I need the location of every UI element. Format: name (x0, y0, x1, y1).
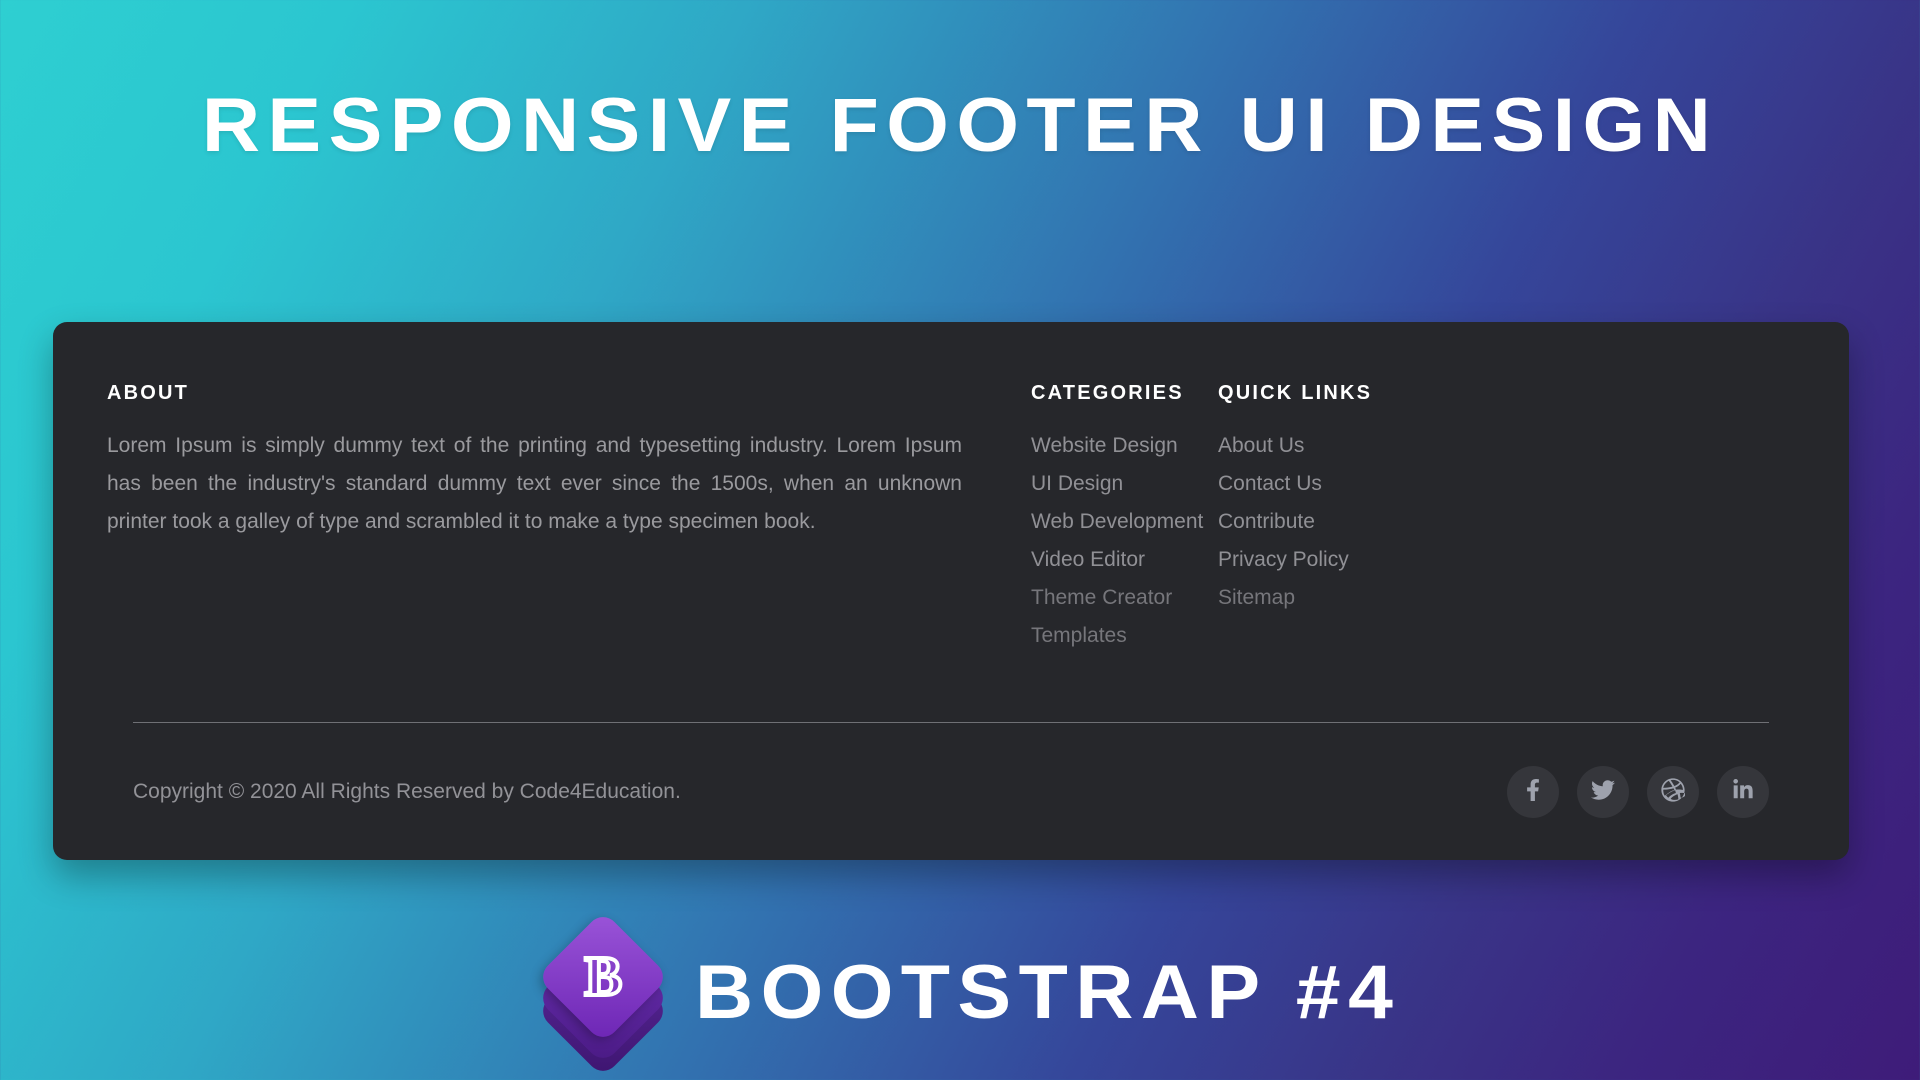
bootstrap-logo-letter: B (539, 930, 667, 1024)
facebook-icon (1522, 778, 1544, 806)
list-item[interactable]: Templates (1031, 617, 1351, 655)
bootstrap-logo-letter-text: B (583, 945, 624, 1008)
social-link-twitter[interactable] (1577, 766, 1629, 818)
list-item[interactable]: Sitemap (1218, 579, 1538, 617)
quick-links-list: About Us Contact Us Contribute Privacy P… (1218, 427, 1538, 617)
footer-columns: ABOUT Lorem Ipsum is simply dummy text o… (80, 382, 1822, 720)
footer-card: ABOUT Lorem Ipsum is simply dummy text o… (53, 322, 1849, 860)
list-item[interactable]: Privacy Policy (1218, 541, 1538, 579)
dribbble-icon (1661, 777, 1686, 807)
footer-bottom-bar: Copyright © 2020 All Rights Reserved by … (133, 752, 1769, 832)
social-link-dribbble[interactable] (1647, 766, 1699, 818)
footer-divider (133, 722, 1769, 723)
about-paragraph: Lorem Ipsum is simply dummy text of the … (107, 434, 962, 533)
bottom-banner: B BOOTSTRAP #4 (0, 905, 1920, 1080)
page-title: RESPONSIVE FOOTER UI DESIGN (201, 83, 1719, 168)
list-item[interactable]: Contact Us (1218, 465, 1538, 503)
linkedin-icon (1732, 778, 1754, 806)
social-link-linkedin[interactable] (1717, 766, 1769, 818)
twitter-icon (1591, 778, 1615, 807)
quick-links-heading: QUICK LINKS (1218, 382, 1373, 404)
social-link-facebook[interactable] (1507, 766, 1559, 818)
list-item[interactable]: About Us (1218, 427, 1538, 465)
footer-column-quick-links: QUICK LINKS About Us Contact Us Contribu… (1218, 382, 1538, 617)
banner-subtitle: BOOTSTRAP #4 (695, 949, 1401, 1035)
copyright-text: Copyright © 2020 All Rights Reserved by … (133, 780, 681, 803)
list-item[interactable]: Contribute (1218, 503, 1538, 541)
footer-column-about: ABOUT Lorem Ipsum is simply dummy text o… (107, 382, 962, 541)
social-links (1507, 766, 1769, 818)
about-heading: ABOUT (107, 382, 190, 404)
bootstrap-logo-icon: B (536, 910, 670, 1077)
